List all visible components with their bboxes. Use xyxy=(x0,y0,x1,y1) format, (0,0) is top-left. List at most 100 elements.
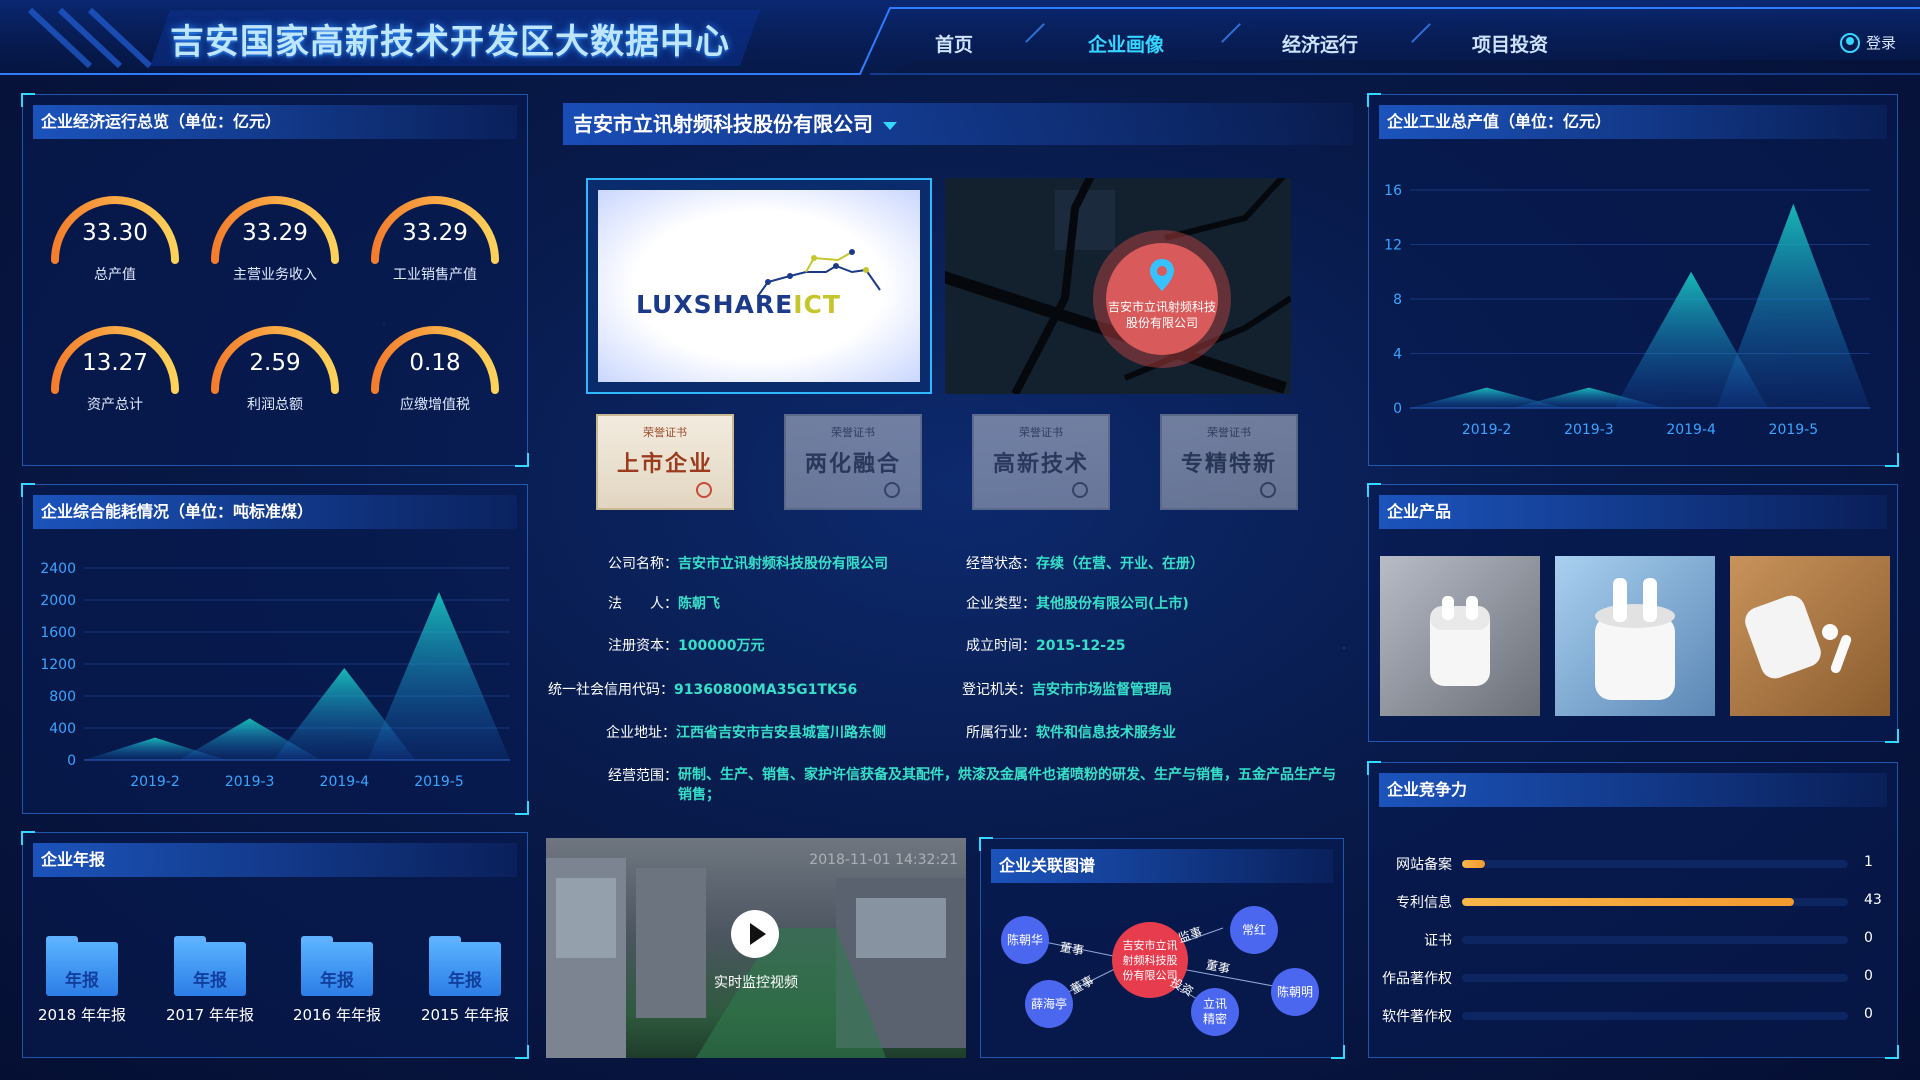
comp-bar-track xyxy=(1462,898,1848,906)
info-capital: 注册资本：100000万元 xyxy=(608,638,765,654)
cert-listed-company[interactable]: 荣誉证书 上市企业 xyxy=(596,414,734,510)
map-company-label: 吉安市立讯射频科技股份有限公司 xyxy=(1107,300,1216,330)
airpods-case-icon xyxy=(1595,578,1675,700)
y-tick-label: 0 xyxy=(1393,401,1402,417)
report-label: 2015 年年报 xyxy=(421,1006,509,1024)
nav-economy[interactable]: 经济运行 xyxy=(1282,30,1358,57)
gauge-value: 2.59 xyxy=(249,350,301,376)
annual-title: 企业年报 xyxy=(33,843,517,877)
report-label: 2018 年年报 xyxy=(38,1006,126,1024)
comp-value: 0 xyxy=(1864,930,1873,946)
graph-node[interactable]: 薛海亭 xyxy=(1025,980,1073,1028)
y-tick-label: 2400 xyxy=(40,561,76,577)
video-label: 实时监控视频 xyxy=(714,975,798,991)
cert-integration[interactable]: 荣誉证书 两化融合 xyxy=(784,414,922,510)
products-title: 企业产品 xyxy=(1379,495,1887,529)
gauge: 0.18 应缴增值税 xyxy=(360,314,510,424)
gauge-value: 33.29 xyxy=(242,220,308,246)
output-chart: 0 4 8 12 16 2019-2 2019-3 2019-4 2019-5 xyxy=(1384,183,1870,438)
product-image-2[interactable] xyxy=(1555,556,1715,716)
x-tick-label: 2019-5 xyxy=(414,774,464,790)
company-selector[interactable]: 吉安市立讯射频科技股份有限公司 xyxy=(563,103,1353,145)
folder-icon: 年报 xyxy=(301,936,373,996)
graph-title: 企业关联图谱 xyxy=(991,849,1333,883)
y-tick-label: 2000 xyxy=(40,593,76,609)
gauge-label: 利润总额 xyxy=(247,397,303,413)
x-tick-label: 2019-3 xyxy=(1564,422,1614,438)
nav-company-profile[interactable]: 企业画像 xyxy=(1088,30,1164,57)
header: 吉安国家高新技术开发区大数据中心 首页 企业画像 经济运行 项目投资 登录 xyxy=(0,0,1920,78)
area-peak xyxy=(1716,203,1870,408)
comp-label: 网站备案 xyxy=(1396,857,1452,873)
monitor-video[interactable]: 2018-11-01 14:32:21 实时监控视频 xyxy=(546,838,966,1058)
map-marker[interactable]: 吉安市立讯射频科技股份有限公司 xyxy=(1093,230,1231,368)
site-title: 吉安国家高新技术开发区大数据中心 xyxy=(170,22,730,62)
area-peak xyxy=(368,592,510,760)
gauge: 33.30 总产值 xyxy=(40,184,190,294)
nav-home[interactable]: 首页 xyxy=(935,30,973,57)
comp-bar-track xyxy=(1462,936,1848,944)
folder-icon: 年报 xyxy=(46,936,118,996)
report-label: 2017 年年报 xyxy=(166,1006,254,1024)
x-tick-label: 2019-4 xyxy=(320,774,370,790)
gauge-value: 33.30 xyxy=(82,220,148,246)
gauge-label: 主营业务收入 xyxy=(233,267,317,283)
competitiveness-title: 企业竞争力 xyxy=(1379,773,1887,807)
nav-investment[interactable]: 项目投资 xyxy=(1472,30,1548,57)
comp-bar-fill xyxy=(1462,898,1794,906)
y-tick-label: 4 xyxy=(1393,347,1402,363)
login-label: 登录 xyxy=(1865,34,1896,52)
product-image-3[interactable] xyxy=(1730,556,1890,716)
comp-bar-track xyxy=(1462,1012,1848,1020)
user-icon xyxy=(1839,32,1860,53)
info-industry: 所属行业：软件和信息技术服务业 xyxy=(966,725,1176,741)
play-icon[interactable] xyxy=(731,910,779,958)
airpods-case-icon xyxy=(1430,596,1490,686)
info-authority: 登记机关：吉安市市场监督管理局 xyxy=(962,682,1172,698)
annual-report-2016[interactable]: 年报 2016 年年报 xyxy=(282,936,392,1025)
product-image-1[interactable] xyxy=(1380,556,1540,716)
output-title: 企业工业总产值（单位：亿元） xyxy=(1379,105,1887,139)
gauge-value: 13.27 xyxy=(82,350,148,376)
login-button[interactable]: 登录 xyxy=(1839,32,1896,53)
seal-icon xyxy=(884,482,900,498)
y-tick-label: 800 xyxy=(49,689,76,705)
annual-report-2017[interactable]: 年报 2017 年年报 xyxy=(155,936,265,1025)
comp-bar-track xyxy=(1462,974,1848,982)
comp-bar-track xyxy=(1462,860,1848,868)
info-founded: 成立时间：2015-12-25 xyxy=(966,638,1126,654)
seal-icon xyxy=(1072,482,1088,498)
gauge: 33.29 主营业务收入 xyxy=(200,184,350,294)
gauge: 2.59 利润总额 xyxy=(200,314,350,424)
comp-label: 专利信息 xyxy=(1396,895,1452,911)
cert-specialized[interactable]: 荣誉证书 专精特新 xyxy=(1160,414,1298,510)
info-address: 企业地址：江西省吉安市吉安县城富川路东侧 xyxy=(606,725,886,741)
comp-label: 证书 xyxy=(1424,933,1452,949)
annual-report-2015[interactable]: 年报 2015 年年报 xyxy=(410,936,520,1025)
energy-title: 企业综合能耗情况（单位：吨标准煤） xyxy=(33,495,517,529)
graph-node[interactable]: 陈朝明 xyxy=(1271,968,1319,1016)
competitiveness-row: 证书 0 xyxy=(1380,930,1900,950)
y-tick-label: 16 xyxy=(1384,183,1402,199)
energy-chart: 0 400 800 1200 1600 2000 2400 2019-2 2019-3 2019-… xyxy=(40,561,510,790)
overview-title: 企业经济运行总览（单位：亿元） xyxy=(33,105,517,139)
comp-label: 软件著作权 xyxy=(1382,1009,1452,1025)
annual-report-2018[interactable]: 年报 2018 年年报 xyxy=(27,936,137,1025)
graph-node[interactable]: 立讯精密 xyxy=(1191,988,1239,1036)
info-legal: 法 人：陈朝飞 xyxy=(608,596,720,612)
competitiveness-row: 软件著作权 0 xyxy=(1380,1006,1900,1026)
company-name: 吉安市立讯射频科技股份有限公司 xyxy=(573,112,873,136)
report-label: 2016 年年报 xyxy=(293,1006,381,1024)
graph-node[interactable]: 陈朝华 xyxy=(1001,916,1049,964)
gauge-label: 工业销售产值 xyxy=(393,267,477,283)
location-pin-icon xyxy=(1150,259,1174,291)
gauge-label: 应缴增值税 xyxy=(400,397,470,413)
graph-node[interactable]: 常红 xyxy=(1230,906,1278,954)
comp-label: 作品著作权 xyxy=(1382,971,1452,987)
seal-icon xyxy=(1260,482,1276,498)
company-map[interactable]: 吉安市立讯射频科技股份有限公司 xyxy=(945,178,1291,394)
cert-high-tech[interactable]: 荣誉证书 高新技术 xyxy=(972,414,1110,510)
info-scope: 经营范围： 研制、生产、销售、家护许信获备及其配件，烘漆及金属件也诸喷粉的研发、生… xyxy=(608,767,1336,803)
airpods-case-icon xyxy=(1745,595,1852,679)
gauge-value: 0.18 xyxy=(409,350,461,376)
